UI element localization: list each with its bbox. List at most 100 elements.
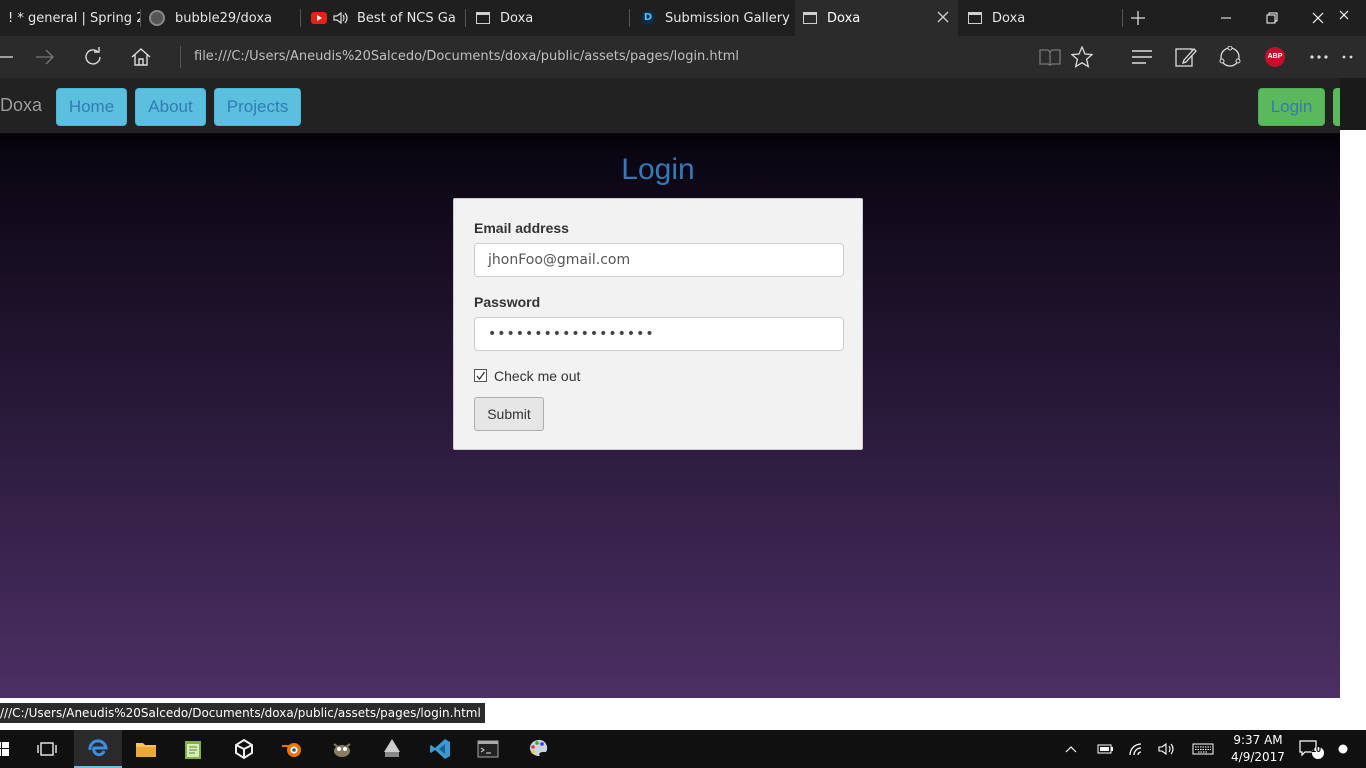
action-center-button[interactable]: 10 [1297, 730, 1327, 768]
submit-button[interactable]: Submit [474, 397, 544, 431]
close-window-button-2[interactable] [1332, 0, 1356, 30]
show-desktop-button[interactable] [1336, 730, 1350, 768]
speaker-icon[interactable] [333, 11, 349, 25]
address-bar: file:///C:/Users/Aneudis%20Salcedo/Docum… [0, 36, 1366, 78]
page-icon [803, 12, 817, 24]
hub-button[interactable] [1127, 42, 1157, 72]
site-navbar: Doxa Home About Projects Login [0, 78, 1340, 134]
vscode-icon [430, 739, 450, 759]
tab-doxa-active[interactable]: Doxa [795, 0, 958, 36]
tab-label: bubble29/doxa [175, 10, 272, 26]
home-button[interactable] [126, 42, 156, 72]
web-note-icon [1175, 48, 1197, 67]
tab-label: Doxa [992, 10, 1026, 26]
plus-icon [1131, 11, 1145, 25]
tab-doxa-1[interactable]: Doxa [466, 0, 629, 36]
windows-taskbar: 9:37 AM 4/9/2017 10 [0, 730, 1366, 768]
favorite-button[interactable] [1067, 42, 1097, 72]
new-tab-button[interactable] [1123, 0, 1153, 36]
adblock-button[interactable]: ABP [1260, 42, 1290, 72]
more-icon [1310, 55, 1328, 59]
checkbox-label[interactable]: Check me out [494, 368, 580, 384]
url-field[interactable]: file:///C:/Users/Aneudis%20Salcedo/Docum… [194, 49, 739, 64]
inkscape-icon [384, 739, 400, 757]
github-icon [149, 10, 165, 26]
taskbar-unity[interactable] [220, 730, 268, 768]
green-button-edge[interactable] [1333, 88, 1340, 126]
nav-login-button[interactable]: Login [1258, 88, 1325, 126]
tab-devpost[interactable]: D Submission Gallery | S [630, 0, 795, 36]
edge-browser-icon [88, 739, 108, 757]
tab-label: Submission Gallery | S [665, 10, 791, 26]
restore-icon [1266, 12, 1278, 24]
taskbar-vscode[interactable] [416, 730, 464, 768]
battery-plug-icon [1097, 744, 1113, 754]
star-icon [1071, 46, 1093, 68]
restore-button[interactable] [1249, 0, 1295, 36]
url-separator [180, 46, 181, 68]
tab-label: ! * general | Spring 20 [8, 10, 140, 26]
password-field[interactable]: •••••••••••••••••• [474, 317, 844, 351]
check-me-out-checkbox[interactable] [474, 369, 487, 382]
volume-icon [1158, 742, 1174, 756]
page-right-gutter [1340, 78, 1366, 698]
show-hidden-icons-button[interactable] [1060, 730, 1082, 768]
share-button[interactable] [1215, 42, 1245, 72]
brand-logo[interactable]: Doxa [0, 95, 42, 116]
password-label: Password [474, 294, 541, 310]
close-icon [1312, 12, 1324, 24]
blender-icon [282, 743, 301, 757]
web-note-button[interactable] [1171, 42, 1201, 72]
reading-view-button[interactable] [1035, 42, 1065, 72]
refresh-button[interactable] [78, 42, 108, 72]
nav-home-button[interactable]: Home [56, 88, 127, 126]
page-right-gutter-top [1340, 78, 1366, 130]
share-icon [1219, 46, 1241, 67]
page-icon [476, 12, 490, 24]
task-view-button[interactable] [23, 730, 71, 768]
nav-about-button[interactable]: About [135, 88, 206, 126]
taskbar-blender[interactable] [268, 730, 316, 768]
battery-tray-button[interactable] [1092, 730, 1116, 768]
close-tab-icon[interactable] [936, 10, 950, 24]
keyboard-icon [1192, 743, 1214, 755]
tab-youtube[interactable]: Best of NCS Gam [301, 0, 465, 36]
taskbar-paint[interactable] [514, 730, 562, 768]
windows-logo-icon [0, 742, 9, 756]
folder-icon [136, 743, 156, 757]
page-icon [968, 12, 982, 24]
notepad-icon [185, 741, 201, 759]
checkmark-icon [476, 371, 486, 381]
minimize-icon [1221, 17, 1231, 19]
taskbar-gimp[interactable] [318, 730, 366, 768]
tab-doxa-2[interactable]: Doxa [958, 0, 1122, 36]
devpost-icon: D [641, 11, 655, 25]
email-field[interactable]: jhonFoo@gmail.com [474, 243, 844, 277]
chevron-up-icon [1065, 746, 1077, 753]
more-button-2[interactable] [1336, 42, 1360, 72]
gimp-icon [333, 743, 351, 757]
nav-projects-button[interactable]: Projects [214, 88, 301, 126]
youtube-icon [311, 12, 327, 24]
taskbar-terminal[interactable] [464, 730, 512, 768]
wifi-tray-button[interactable] [1125, 730, 1149, 768]
refresh-icon [85, 47, 101, 65]
taskbar-clock[interactable]: 9:37 AM 4/9/2017 [1228, 732, 1288, 766]
page-viewport: Doxa Home About Projects Login Login Ema… [0, 78, 1340, 698]
terminal-icon [477, 740, 499, 758]
page-title: Login [621, 153, 695, 186]
touch-keyboard-button[interactable] [1190, 730, 1216, 768]
back-button[interactable] [0, 42, 22, 72]
hub-icon [1132, 50, 1152, 64]
tab-github[interactable]: bubble29/doxa [141, 0, 300, 36]
tab-slack[interactable]: ! * general | Spring 20 [0, 0, 140, 36]
forward-button[interactable] [30, 42, 60, 72]
minimize-button[interactable] [1203, 0, 1249, 36]
tab-label: Doxa [827, 10, 861, 26]
taskbar-edge[interactable] [74, 730, 122, 768]
taskbar-notepad[interactable] [170, 730, 218, 768]
taskbar-inkscape[interactable] [368, 730, 416, 768]
volume-tray-button[interactable] [1155, 730, 1179, 768]
more-button[interactable] [1304, 42, 1334, 72]
taskbar-file-explorer[interactable] [122, 730, 170, 768]
